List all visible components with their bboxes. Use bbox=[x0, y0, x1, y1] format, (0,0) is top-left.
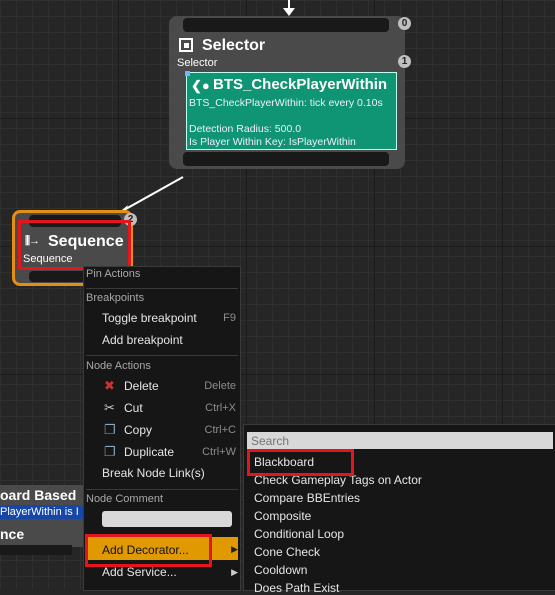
duplicate-icon: ❐ bbox=[104, 444, 116, 459]
add-service-chevron-icon: ▶ bbox=[231, 567, 238, 577]
decorator-search-input[interactable] bbox=[247, 432, 553, 449]
delete-icon: ✖ bbox=[104, 378, 115, 393]
toggle-breakpoint-item[interactable]: Toggle breakpoint bbox=[102, 311, 197, 325]
service-line-3: Is Player Within Key: IsPlayerWithin bbox=[189, 136, 356, 148]
node-comment-input[interactable] bbox=[102, 511, 232, 527]
menu-header-node-actions: Node Actions bbox=[86, 360, 151, 372]
decorator-item[interactable]: Conditional Loop bbox=[254, 527, 344, 541]
selector-output-pin[interactable] bbox=[183, 152, 389, 166]
duplicate-shortcut: Ctrl+W bbox=[202, 446, 236, 458]
left-node-bottom-title: nce bbox=[0, 526, 25, 542]
service-line-1: BTS_CheckPlayerWithin: tick every 0.10s bbox=[189, 97, 383, 109]
scissors-icon: ✂ bbox=[104, 400, 115, 415]
blackboard-highlight bbox=[247, 449, 354, 476]
left-node-title: oard Based bbox=[0, 487, 77, 503]
service-block[interactable]: ❮● BTS_CheckPlayerWithin BTS_CheckPlayer… bbox=[186, 72, 397, 150]
sequence-highlight bbox=[18, 220, 131, 270]
decorator-item[interactable]: Composite bbox=[254, 509, 311, 523]
left-node-pin[interactable] bbox=[0, 545, 72, 555]
service-title: BTS_CheckPlayerWithin bbox=[213, 76, 388, 93]
selector-input-pin[interactable] bbox=[183, 18, 389, 32]
delete-shortcut: Delete bbox=[204, 380, 236, 392]
connection-wire bbox=[123, 176, 184, 211]
service-icon: ❮● bbox=[191, 78, 210, 93]
service-line-2: Detection Radius: 500.0 bbox=[189, 123, 302, 135]
add-breakpoint-item[interactable]: Add breakpoint bbox=[102, 333, 183, 347]
duplicate-item[interactable]: Duplicate bbox=[124, 445, 174, 459]
left-node-subtitle: PlayerWithin is I bbox=[0, 506, 79, 518]
toggle-breakpoint-shortcut: F9 bbox=[223, 312, 236, 324]
selector-badge-1: 1 bbox=[398, 55, 411, 68]
menu-header-pin-actions: Pin Actions bbox=[86, 268, 141, 280]
add-service-item[interactable]: Add Service... bbox=[102, 565, 177, 579]
decorator-item[interactable]: Does Path Exist bbox=[254, 581, 339, 595]
selector-icon bbox=[179, 38, 193, 52]
decorator-item[interactable]: Compare BBEntries bbox=[254, 491, 360, 505]
decorator-item[interactable]: Cone Check bbox=[254, 545, 320, 559]
cut-shortcut: Ctrl+X bbox=[205, 402, 236, 414]
add-decorator-chevron-icon: ▶ bbox=[231, 544, 238, 554]
decorator-item[interactable]: Cooldown bbox=[254, 563, 307, 577]
copy-item[interactable]: Copy bbox=[124, 423, 152, 437]
delete-item[interactable]: Delete bbox=[124, 379, 159, 393]
selector-title: Selector bbox=[202, 37, 266, 54]
copy-shortcut: Ctrl+C bbox=[204, 424, 236, 436]
selector-subtitle: Selector bbox=[177, 57, 218, 69]
selector-badge-0: 0 bbox=[398, 17, 411, 30]
add-decorator-highlight bbox=[85, 534, 212, 567]
copy-icon: ❐ bbox=[104, 422, 116, 437]
break-node-links-item[interactable]: Break Node Link(s) bbox=[102, 466, 205, 480]
menu-header-node-comment: Node Comment bbox=[86, 493, 164, 505]
menu-header-breakpoints: Breakpoints bbox=[86, 292, 145, 304]
service-marker bbox=[185, 71, 190, 76]
cut-item[interactable]: Cut bbox=[124, 401, 143, 415]
